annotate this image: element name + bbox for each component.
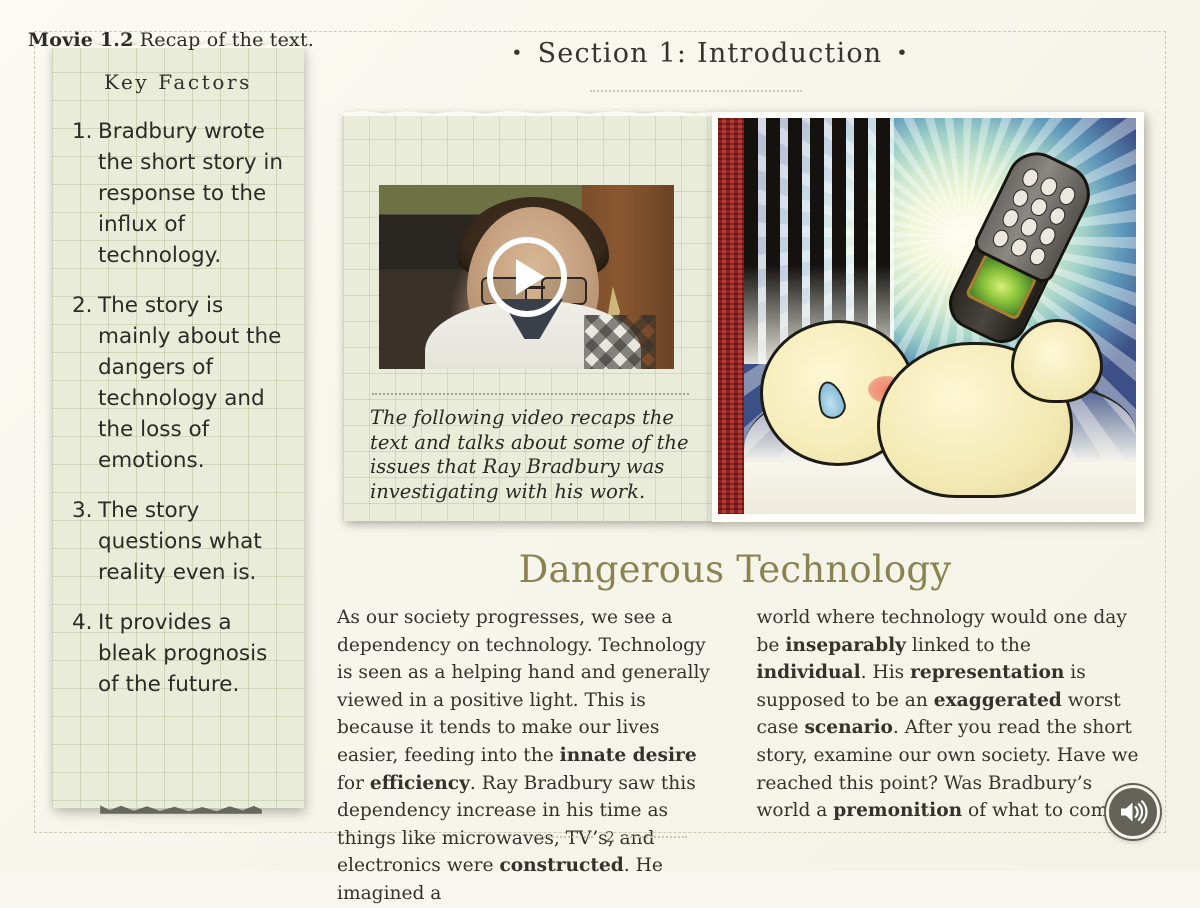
article-emphasis: constructed [499, 855, 624, 877]
article-text: . His [860, 662, 911, 684]
key-factor-item: 1. Bradbury wrote the short story in resp… [72, 116, 294, 271]
speaker-volume-icon [1121, 800, 1148, 824]
key-factor-text: The story is mainly about the dangers of… [98, 293, 282, 473]
movie-caption-divider [372, 393, 689, 395]
play-button-icon[interactable] [486, 237, 567, 317]
movie-number: Movie 1.2 [28, 29, 134, 51]
article-text: of what to come? [962, 800, 1130, 822]
key-factor-text: It provides a bleak prognosis of the fut… [98, 610, 268, 697]
article-text: As our society progresses, we see a depe… [337, 607, 710, 766]
article-column-right: world where technology would one day be … [757, 604, 1140, 908]
video-subject-sweater-pattern [584, 315, 656, 369]
article-emphasis: efficiency [369, 772, 470, 794]
article-emphasis: inseparably [785, 634, 906, 656]
key-factor-number: 3. [72, 498, 93, 523]
movie-caption: The following video recaps the text and … [370, 406, 689, 503]
section-title-text: Section 1: Introduction [537, 38, 883, 69]
key-factor-item: 3. The story questions what reality even … [72, 495, 294, 588]
bullet-right-icon: • [896, 42, 909, 64]
key-factor-text: The story questions what reality even is… [98, 498, 262, 585]
page-number-group: 2 [330, 828, 890, 846]
audio-play-button[interactable] [1106, 785, 1160, 839]
article-emphasis: individual [756, 662, 861, 684]
key-factor-number: 2. [72, 293, 93, 318]
key-factors-heading: Key Factors [103, 70, 253, 94]
article-emphasis: scenario [804, 717, 893, 739]
baby-phone-cartoon [718, 118, 1136, 514]
illustration-card [712, 112, 1144, 522]
article-text: for [337, 772, 370, 794]
section-header: • Section 1: Introduction • [340, 38, 1080, 69]
key-factor-item: 2. The story is mainly about the dangers … [72, 290, 294, 476]
page-number-rule-right [626, 836, 687, 838]
key-factor-item: 4. It provides a bleak prognosis of the f… [72, 607, 294, 700]
movie-label: Movie 1.2 Recap of the text. [28, 29, 314, 51]
article-emphasis: exaggerated [933, 689, 1062, 711]
bullet-left-icon: • [511, 42, 524, 64]
key-factor-text: Bradbury wrote the short story in respon… [98, 119, 283, 268]
article-emphasis: premonition [833, 800, 963, 822]
article-title: Dangerous Technology [518, 548, 952, 591]
movie-description: Recap of the text. [133, 29, 315, 51]
page-number: 2 [605, 828, 615, 846]
video-player-thumbnail[interactable] [379, 185, 674, 369]
slide-page: • Section 1: Introduction • Key Factors 1.… [0, 0, 1200, 904]
article-column-left: As our society progresses, we see a depe… [337, 604, 720, 908]
header-divider [590, 90, 802, 92]
key-factors-list: 1. Bradbury wrote the short story in resp… [72, 116, 294, 719]
cartoon-red-border-stripe [718, 118, 744, 514]
article-columns: As our society progresses, we see a depe… [337, 604, 1139, 908]
page-number-rule-left [533, 836, 594, 838]
key-factor-number: 4. [72, 610, 93, 635]
article-emphasis: innate desire [559, 744, 697, 766]
article-emphasis: representation [910, 662, 1065, 684]
key-factors-notepad: Key Factors 1. Bradbury wrote the short s… [52, 44, 304, 814]
article-text: linked to the [905, 634, 1031, 656]
key-factor-number: 1. [72, 119, 93, 144]
